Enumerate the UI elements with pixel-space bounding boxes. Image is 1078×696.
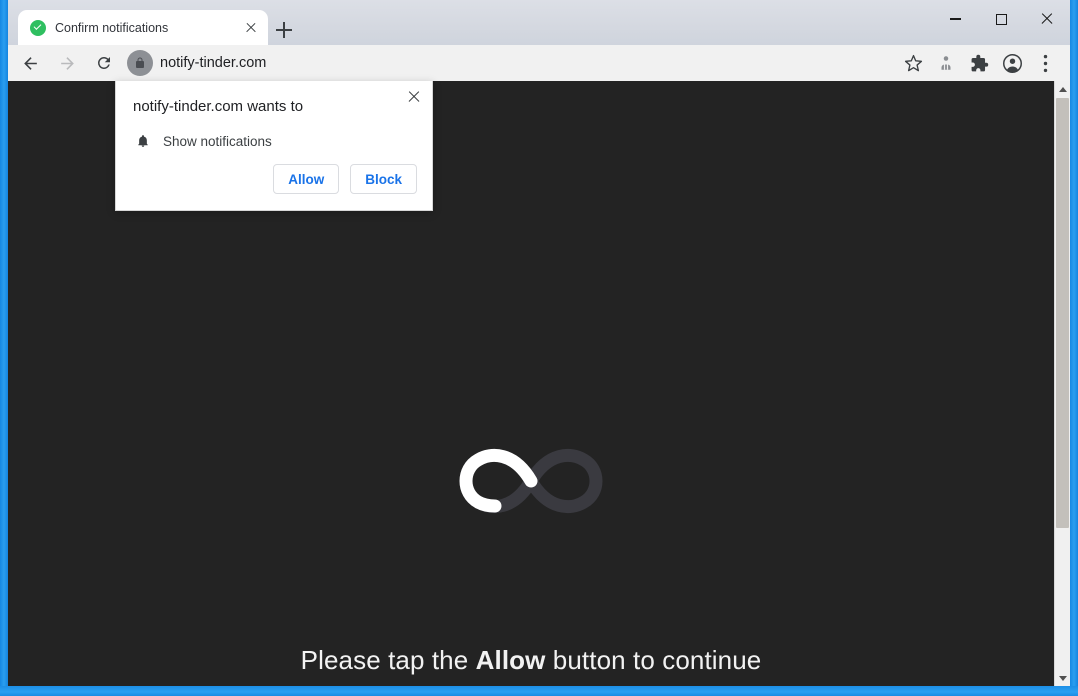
reload-button[interactable] — [89, 48, 119, 78]
star-glyph-icon — [904, 54, 922, 71]
chrome-menu-icon[interactable] — [1030, 48, 1060, 78]
forward-button[interactable] — [52, 48, 82, 78]
minimize-button[interactable] — [932, 0, 978, 38]
puzzle-glyph-icon — [971, 54, 988, 71]
share-profile-icon[interactable] — [931, 48, 961, 78]
dialog-actions: Allow Block — [273, 164, 417, 194]
dialog-title: notify-tinder.com wants to — [133, 98, 304, 115]
browser-window: Confirm notifications notify-tinder.com … — [0, 0, 1078, 696]
window-border-bottom — [0, 686, 1078, 696]
scroll-down-arrow-icon[interactable] — [1055, 670, 1070, 686]
profile-avatar-icon[interactable] — [997, 48, 1027, 78]
page-tagline: Please tap the Allow button to continue — [8, 645, 1054, 676]
window-border-left — [0, 0, 8, 696]
close-window-button[interactable] — [1024, 0, 1070, 38]
three-dots-glyph-icon — [1043, 54, 1047, 72]
bell-glyph-icon — [138, 135, 148, 147]
address-bar[interactable]: notify-tinder.com — [127, 49, 892, 77]
permission-row: Show notifications — [133, 130, 272, 152]
scroll-up-arrow-icon[interactable] — [1055, 81, 1070, 97]
vertical-scrollbar[interactable] — [1054, 81, 1070, 686]
tagline-prefix: Please tap the — [300, 645, 476, 675]
notification-permission-dialog: notify-tinder.com wants to Show notifica… — [115, 81, 433, 211]
block-button[interactable]: Block — [350, 164, 417, 194]
close-tab-icon[interactable] — [242, 19, 260, 37]
bell-icon — [133, 130, 153, 152]
permission-label: Show notifications — [163, 133, 272, 149]
window-controls — [932, 0, 1070, 38]
new-tab-button[interactable] — [270, 17, 298, 45]
forward-arrow-icon — [60, 56, 74, 70]
green-check-circle-icon — [30, 19, 46, 36]
infinity-loading-spinner — [8, 430, 1054, 537]
back-button[interactable] — [15, 48, 45, 78]
allow-button[interactable]: Allow — [273, 164, 340, 194]
window-border-right — [1070, 0, 1078, 696]
lock-icon[interactable] — [127, 50, 153, 76]
dialog-close-icon[interactable] — [405, 88, 423, 106]
tagline-emphasis: Allow — [475, 645, 546, 675]
tab-strip: Confirm notifications — [8, 0, 1070, 45]
infinity-spinner-svg — [459, 448, 603, 514]
tagline-suffix: button to continue — [545, 645, 762, 675]
avatar-glyph-icon — [1002, 53, 1022, 73]
share-glyph-icon — [941, 56, 951, 70]
browser-toolbar: notify-tinder.com — [8, 45, 1070, 81]
bookmark-star-icon[interactable] — [898, 48, 928, 78]
tab-title: Confirm notifications — [55, 20, 169, 35]
reload-icon — [97, 56, 110, 69]
url-text: notify-tinder.com — [160, 55, 267, 71]
extensions-puzzle-icon[interactable] — [964, 48, 994, 78]
scrollbar-thumb[interactable] — [1056, 98, 1069, 528]
back-arrow-icon — [23, 56, 37, 70]
lock-glyph-icon — [136, 57, 144, 68]
maximize-button[interactable] — [978, 0, 1024, 38]
browser-tab[interactable]: Confirm notifications — [18, 10, 268, 45]
